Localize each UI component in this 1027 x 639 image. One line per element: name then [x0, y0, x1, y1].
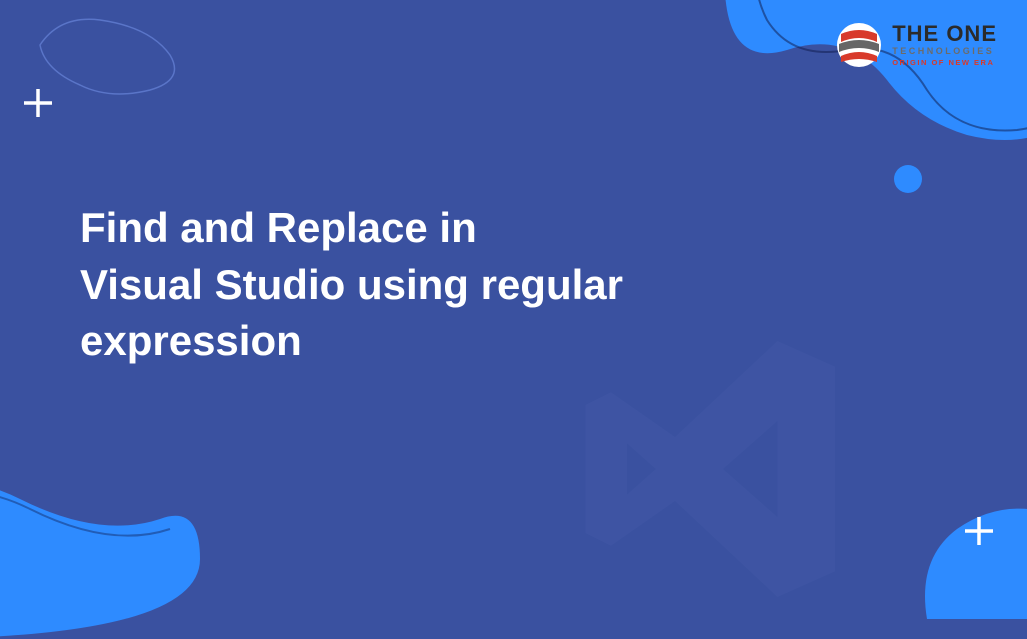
- blob-bottom-left-decoration: [0, 439, 200, 639]
- blob-bottom-right-decoration: [887, 459, 1027, 619]
- dot-decoration: [894, 165, 922, 193]
- logo-globe-icon: [836, 22, 882, 68]
- logo-sub-text: TECHNOLOGIES: [892, 47, 997, 56]
- plus-icon: [961, 513, 997, 549]
- company-logo: THE ONE TECHNOLOGIES ORIGIN OF NEW ERA: [836, 22, 997, 68]
- logo-main-text: THE ONE: [892, 23, 997, 45]
- blob-top-left-decoration: [30, 5, 210, 105]
- logo-tagline-text: ORIGIN OF NEW ERA: [892, 59, 997, 67]
- title-line: expression: [80, 317, 302, 364]
- page-title: Find and Replace in Visual Studio using …: [80, 200, 623, 370]
- plus-icon: [20, 85, 56, 121]
- title-line: Find and Replace in: [80, 204, 477, 251]
- title-line: Visual Studio using regular: [80, 261, 623, 308]
